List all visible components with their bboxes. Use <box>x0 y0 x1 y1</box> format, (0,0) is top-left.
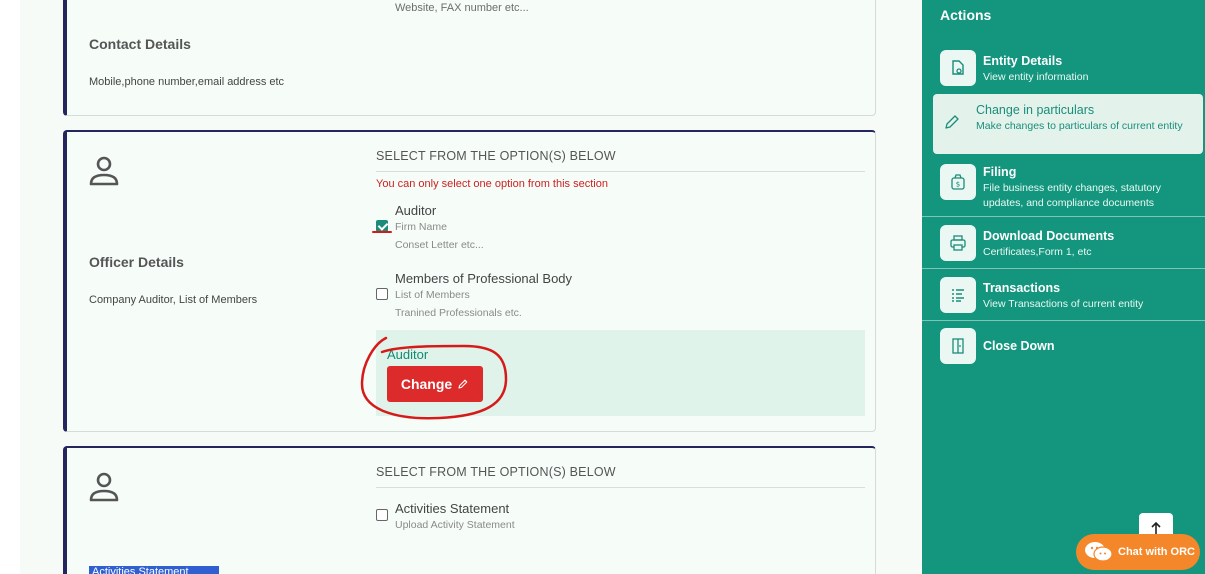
sidebar-divider <box>922 216 1205 217</box>
person-icon <box>89 156 119 186</box>
single-option-warning: You can only select one option from this… <box>376 178 608 190</box>
sidebar-item-subtitle: File business entity changes, statutory … <box>983 182 1162 209</box>
option-title-activities[interactable]: Activities Statement <box>395 501 509 516</box>
pencil-icon <box>934 104 970 140</box>
members-professional-body-checkbox[interactable] <box>376 288 388 300</box>
sidebar-item-title: Transactions <box>983 281 1061 295</box>
option-subtitle: Firm Name <box>395 221 447 233</box>
option-title-auditor[interactable]: Auditor <box>395 203 436 218</box>
option-subtitle: Tranined Professionals etc. <box>395 307 522 319</box>
sidebar-item-close-down[interactable]: Close Down <box>922 328 1205 368</box>
officer-details-title: Officer Details <box>89 254 184 270</box>
sidebar-divider <box>922 320 1205 321</box>
sidebar-item-subtitle: Make changes to particulars of current e… <box>976 120 1183 132</box>
sidebar-item-filing[interactable]: $ Filing File business entity changes, s… <box>922 160 1205 216</box>
person-icon <box>89 472 119 502</box>
list-icon <box>940 277 976 313</box>
money-bag-icon: $ <box>940 164 976 200</box>
annotation-underline <box>372 231 392 233</box>
chat-bubble-icon <box>1085 542 1113 562</box>
officer-details-description: Company Auditor, List of Members <box>89 294 258 306</box>
option-subtitle: List of Members <box>395 289 470 301</box>
sidebar-item-title: Filing <box>983 165 1017 179</box>
option-subtitle: Upload Activity Statement <box>395 519 515 531</box>
sidebar-item-title: Close Down <box>983 339 1055 353</box>
select-options-header: SELECT FROM THE OPTION(S) BELOW <box>376 149 616 163</box>
file-search-icon <box>940 50 976 86</box>
select-options-header: SELECT FROM THE OPTION(S) BELOW <box>376 465 616 479</box>
chat-button-label: Chat with ORC <box>1118 546 1195 558</box>
sidebar-item-title: Download Documents <box>983 229 1115 243</box>
contact-details-card <box>63 0 876 116</box>
sidebar-item-transactions[interactable]: Transactions View Transactions of curren… <box>922 276 1205 320</box>
sidebar-item-download-documents[interactable]: Download Documents Certificates,Form 1, … <box>922 224 1205 268</box>
divider <box>376 487 865 488</box>
printer-icon <box>940 225 976 261</box>
sidebar-title: Actions <box>940 7 992 23</box>
door-icon <box>940 328 976 364</box>
arrow-up-icon <box>1151 521 1161 534</box>
option-subtitle: Conset Letter etc... <box>395 239 484 251</box>
red-annotation-circle <box>360 336 508 420</box>
sidebar-item-title: Change in particulars <box>976 103 1095 117</box>
sidebar-item-subtitle: Certificates,Form 1, etc <box>983 246 1092 258</box>
contact-details-title: Contact Details <box>89 36 191 52</box>
sidebar-item-subtitle: View entity information <box>983 71 1089 83</box>
contact-details-description: Mobile,phone number,email address etc <box>89 76 285 88</box>
chat-with-orc-button[interactable]: Chat with ORC <box>1076 534 1200 570</box>
activities-statement-badge: Activities Statement <box>89 566 219 574</box>
sidebar-item-subtitle: View Transactions of current entity <box>983 298 1144 310</box>
svg-text:$: $ <box>956 181 960 189</box>
sidebar-item-title: Entity Details <box>983 54 1063 68</box>
activities-statement-checkbox[interactable] <box>376 509 388 521</box>
sidebar-item-change-in-particulars[interactable]: Change in particulars Make changes to pa… <box>933 94 1203 154</box>
sidebar-divider <box>922 268 1205 269</box>
contact-overflow-text: Website, FAX number etc... <box>395 2 529 14</box>
divider <box>376 171 865 172</box>
option-title-members[interactable]: Members of Professional Body <box>395 271 572 286</box>
sidebar-item-entity-details[interactable]: Entity Details View entity information <box>922 49 1205 93</box>
